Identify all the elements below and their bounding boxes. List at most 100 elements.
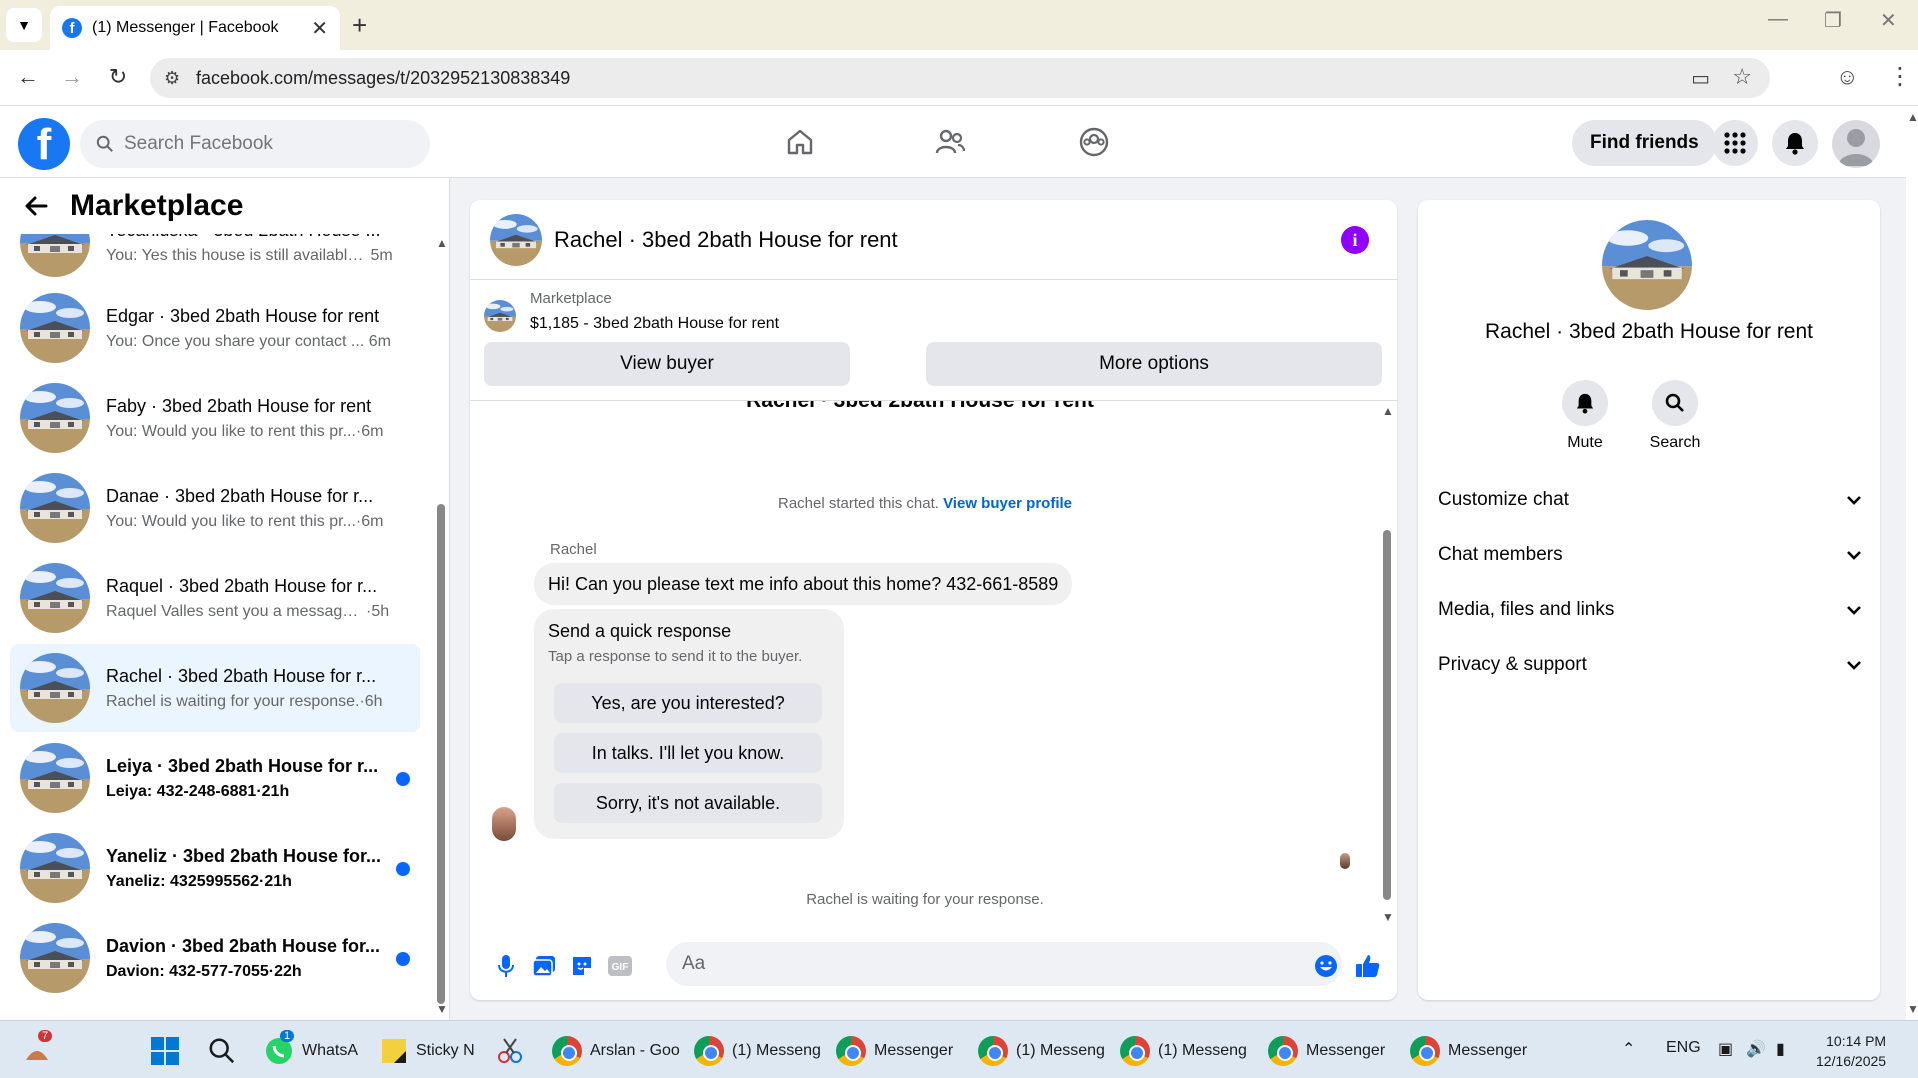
chevron-up-icon[interactable]: ⌃ [1622, 1039, 1635, 1059]
media-files-links-section[interactable]: Media, files and links [1438, 590, 1862, 630]
close-tab-icon[interactable]: ✕ [311, 16, 328, 41]
volume-icon[interactable]: 🔊 [1746, 1039, 1766, 1059]
bookmark-star-icon[interactable]: ☆ [1732, 64, 1752, 90]
back-arrow-icon[interactable] [24, 195, 48, 217]
widgets-button[interactable]: 7 [22, 1030, 53, 1071]
scroll-up-icon[interactable]: ▲ [436, 236, 448, 250]
privacy-support-section[interactable]: Privacy & support [1438, 645, 1862, 685]
close-window-icon[interactable]: ✕ [1880, 8, 1897, 33]
notifications-button[interactable] [1772, 120, 1818, 166]
house-thumbnail [20, 563, 90, 633]
address-bar-row: ← → ↻ ⚙ facebook.com/messages/t/20329521… [0, 50, 1918, 106]
taskbar-item-label: (1) Messeng [1016, 1042, 1105, 1059]
taskbar-chrome-window[interactable]: Messenger [1410, 1031, 1527, 1071]
more-options-button[interactable]: More options [926, 342, 1382, 386]
taskbar-chrome-window[interactable]: (1) Messeng [1120, 1031, 1247, 1071]
home-nav-button[interactable] [772, 120, 828, 164]
site-info-icon[interactable]: ⚙ [164, 68, 180, 89]
facebook-logo-icon[interactable]: f [18, 118, 70, 170]
taskbar-chrome-window[interactable]: Arslan - Goo [552, 1031, 680, 1071]
search-action[interactable]: Search [1630, 380, 1720, 452]
thumbs-up-icon [1356, 955, 1380, 977]
scroll-down-icon[interactable]: ▼ [436, 1002, 448, 1016]
sticker-button[interactable] [568, 952, 596, 980]
conversation-item[interactable]: Raquel · 3bed 2bath House for r... Raquel… [10, 554, 420, 642]
find-friends-button[interactable]: Find friends [1572, 120, 1717, 166]
scrollbar-thumb[interactable] [1383, 530, 1391, 900]
friends-nav-button[interactable] [922, 120, 978, 164]
url-bar[interactable]: ⚙ facebook.com/messages/t/20329521308383… [150, 58, 1770, 98]
conversation-item[interactable]: Yaneliz · 3bed 2bath House for... Yaneliz… [10, 824, 420, 912]
view-buyer-profile-link[interactable]: View buyer profile [943, 495, 1072, 512]
quick-response-button[interactable]: In talks. I'll let you know. [554, 733, 822, 773]
customize-chat-section[interactable]: Customize chat [1438, 480, 1862, 520]
scroll-down-icon[interactable]: ▼ [1382, 910, 1394, 924]
message-input[interactable] [666, 942, 1342, 986]
start-button[interactable] [150, 1031, 180, 1071]
minimize-icon[interactable]: — [1768, 8, 1788, 31]
taskbar-chrome-window[interactable]: (1) Messeng [978, 1031, 1105, 1071]
view-buyer-button[interactable]: View buyer [484, 342, 850, 386]
unread-dot [396, 772, 410, 786]
conversation-item[interactable]: Danae · 3bed 2bath House for r... You: Wo… [10, 464, 420, 552]
reload-icon[interactable]: ↻ [104, 64, 132, 90]
browser-menu-icon[interactable]: ⋮ [1888, 62, 1912, 91]
scroll-up-icon[interactable]: ▲ [1907, 110, 1918, 124]
menu-grid-button[interactable] [1712, 120, 1758, 166]
conversation-scrollbar[interactable]: ▲ ▼ [436, 236, 448, 1016]
quick-response-button[interactable]: Sorry, it's not available. [554, 783, 822, 823]
snipping-tool-icon [498, 1038, 522, 1063]
conversation-item[interactable]: Leiya · 3bed 2bath House for r... Leiya: … [10, 734, 420, 822]
browser-profile-icon[interactable]: ☺ [1836, 64, 1858, 90]
page-scrollbar[interactable]: ▲ ▼ [1906, 106, 1918, 1020]
taskbar-chrome-window[interactable]: Messenger [1268, 1031, 1385, 1071]
chat-avatar[interactable] [490, 214, 542, 266]
account-avatar[interactable] [1832, 120, 1880, 168]
thread-scrollbar[interactable]: ▲ ▼ [1380, 400, 1394, 928]
mute-action[interactable]: Mute [1540, 380, 1630, 452]
language-indicator[interactable]: ENG [1666, 1039, 1701, 1057]
facebook-search[interactable] [80, 120, 430, 168]
incoming-message-bubble[interactable]: Hi! Can you please text me info about th… [534, 563, 1073, 605]
scrollbar-thumb[interactable] [437, 504, 445, 1004]
conversation-item[interactable]: Faby · 3bed 2bath House for rent You: Wou… [10, 374, 420, 462]
taskbar-snipping-tool[interactable] [496, 1031, 524, 1071]
taskbar-search-button[interactable] [208, 1031, 236, 1071]
install-icon[interactable]: ▭ [1691, 66, 1710, 91]
unread-dot [396, 952, 410, 966]
tab-search-button[interactable]: ▼ [6, 8, 42, 42]
taskbar-whatsapp[interactable]: 1 WhatsA [264, 1030, 358, 1071]
scroll-down-icon[interactable]: ▼ [1907, 1002, 1918, 1016]
emoji-button[interactable] [1312, 952, 1340, 980]
groups-nav-button[interactable] [1066, 120, 1122, 164]
taskbar-chrome-window[interactable]: (1) Messeng [694, 1031, 821, 1071]
conversation-item[interactable]: Davion · 3bed 2bath House for... Davion: … [10, 914, 420, 1002]
sticker-icon [573, 957, 591, 975]
conversation-item-active[interactable]: Rachel · 3bed 2bath House for r... Rachel… [10, 644, 420, 732]
attach-photo-button[interactable] [530, 952, 558, 980]
taskbar-sticky-notes[interactable]: Sticky N [380, 1031, 475, 1071]
taskbar-chrome-window[interactable]: Messenger [836, 1031, 953, 1071]
back-icon[interactable]: ← [14, 64, 42, 90]
system-clock[interactable]: 10:14 PM 12/16/2025 [1816, 1031, 1886, 1071]
chat-members-section[interactable]: Chat members [1438, 535, 1862, 575]
forward-icon[interactable]: → [58, 64, 86, 90]
restore-icon[interactable]: ❐ [1824, 8, 1842, 33]
like-button[interactable] [1354, 952, 1382, 980]
chat-header: Rachel · 3bed 2bath House for rent i [470, 200, 1397, 280]
scroll-up-icon[interactable]: ▲ [1382, 404, 1394, 418]
voice-clip-button[interactable] [492, 952, 520, 980]
browser-tab[interactable]: f (1) Messenger | Facebook ✕ [50, 6, 340, 50]
network-icon[interactable]: ▣ [1718, 1039, 1733, 1059]
quick-response-button[interactable]: Yes, are you interested? [554, 683, 822, 723]
conversation-time: ·6m [355, 422, 384, 440]
gif-button[interactable]: GIF [606, 952, 634, 980]
conversation-name: Edgar · 3bed 2bath House for rent [106, 305, 380, 326]
new-tab-icon[interactable]: + [352, 10, 367, 41]
chat-title[interactable]: Rachel · 3bed 2bath House for rent [554, 227, 898, 253]
search-input[interactable] [124, 133, 404, 155]
section-label: Customize chat [1438, 489, 1569, 510]
info-icon[interactable]: i [1341, 226, 1369, 254]
conversation-item[interactable]: Edgar · 3bed 2bath House for rent You: On… [10, 284, 420, 372]
battery-icon[interactable]: ▮ [1776, 1039, 1785, 1059]
